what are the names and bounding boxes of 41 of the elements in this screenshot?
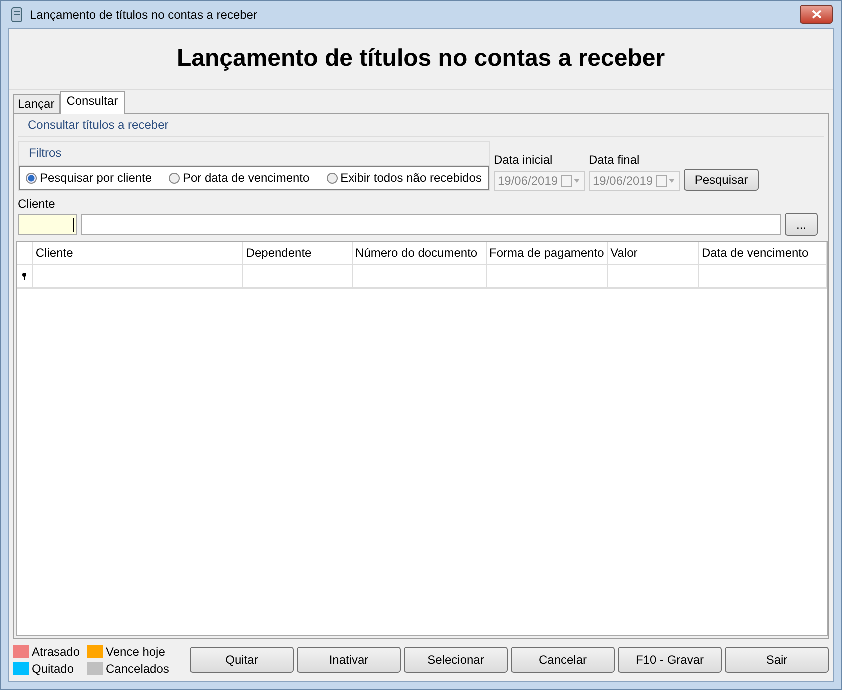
calendar-dropdown-icon: [656, 175, 676, 187]
column-header[interactable]: Número do documento: [352, 242, 487, 264]
window-title: Lançamento de títulos no contas a receber: [30, 8, 258, 22]
action-button[interactable]: Inativar: [297, 647, 401, 673]
pin-icon: [22, 272, 27, 280]
action-button[interactable]: Quitar: [190, 647, 294, 673]
text-cursor: [73, 218, 74, 232]
legend-label: Vence hoje: [106, 644, 166, 658]
tab[interactable]: Lançar: [13, 94, 60, 113]
action-button[interactable]: Sair: [725, 647, 829, 673]
column-header[interactable]: Valor: [608, 242, 699, 264]
action-button[interactable]: Cancelar: [511, 647, 615, 673]
column-header[interactable]: Dependente: [243, 242, 353, 264]
tab[interactable]: Consultar: [60, 91, 126, 114]
search-button[interactable]: Pesquisar: [684, 169, 759, 191]
calendar-dropdown-icon: [561, 175, 581, 187]
client-name-field[interactable]: [81, 214, 781, 235]
radio-button[interactable]: [326, 172, 338, 184]
legend-label: Quitado: [32, 662, 74, 676]
column-header[interactable]: Data de vencimento: [698, 242, 827, 264]
radio-option[interactable]: Por data de vencimento: [168, 171, 310, 185]
close-button[interactable]: [800, 5, 833, 24]
field-label: Cliente: [18, 197, 56, 211]
client-code-field[interactable]: [18, 214, 77, 235]
legend-label: Atrasado: [32, 644, 80, 658]
radio-button[interactable]: [168, 172, 180, 184]
field-label: Data final: [589, 153, 641, 167]
close-icon: [812, 10, 822, 19]
radio-option[interactable]: Exibir todos não recebidos: [326, 171, 482, 185]
legend-label: Cancelados: [106, 662, 170, 676]
section-title: Consultar títulos a receber: [18, 114, 824, 137]
document-icon: [10, 6, 24, 22]
column-header[interactable]: Cliente: [32, 242, 244, 264]
action-button[interactable]: F10 - Gravar: [618, 647, 722, 673]
field-label: Data inicial: [494, 153, 554, 167]
lookup-button[interactable]: ...: [785, 213, 818, 236]
page-title: Lançamento de títulos no contas a receber: [176, 45, 666, 73]
column-header[interactable]: Forma de pagamento: [486, 242, 608, 264]
action-button[interactable]: Selecionar: [404, 647, 508, 673]
radio-option[interactable]: Pesquisar por cliente: [26, 171, 152, 185]
radio-button[interactable]: [26, 172, 37, 184]
